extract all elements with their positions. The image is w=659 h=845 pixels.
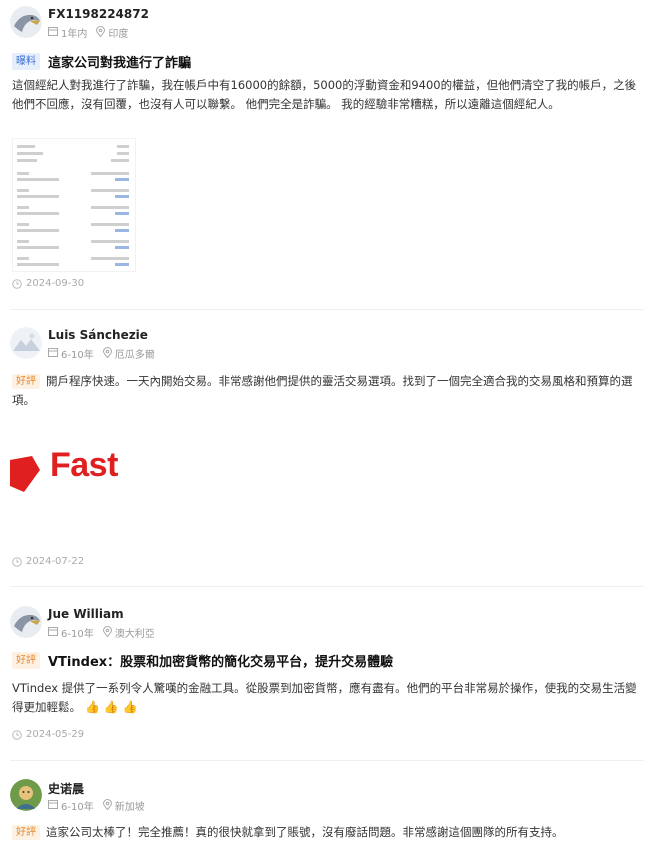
- user-location: 印度: [108, 29, 129, 40]
- review-title-row: 好評 VTindex：股票和加密貨幣的簡化交易平台，提升交易體驗: [12, 651, 393, 670]
- mountain-avatar-icon: [10, 327, 42, 359]
- good-review-tag: 好評: [12, 652, 40, 669]
- good-review-tag: 好評: [12, 825, 40, 840]
- location-pin-icon: [102, 346, 112, 361]
- date-text: 2024-07-22: [26, 556, 85, 567]
- review-text: 開戶程序快速。一天內開始交易。非常感謝他們提供的靈活交易選項。找到了一個完全適合…: [12, 374, 633, 407]
- divider: [10, 309, 644, 310]
- review-image[interactable]: Fast: [10, 410, 136, 538]
- user-avatar[interactable]: [10, 779, 42, 811]
- date-text: 2024-05-29: [26, 729, 85, 740]
- review-date: 2024-07-22: [12, 556, 84, 567]
- username[interactable]: 史诺晨: [48, 780, 84, 797]
- review-meta: 6-10年 澳大利亞: [48, 625, 155, 640]
- user-avatar[interactable]: [10, 327, 42, 359]
- calendar-icon: [48, 626, 58, 639]
- username[interactable]: FX1198224872: [48, 7, 149, 21]
- user-location: 新加坡: [114, 802, 145, 813]
- review-body: 好評 這家公司太棒了！完全推薦！真的很快就拿到了賬號，沒有廢話問題。非常感謝這個團…: [12, 823, 642, 842]
- review-date: 2024-05-29: [12, 729, 84, 740]
- good-review-tag: 好評: [12, 374, 40, 389]
- date-text: 2024-09-30: [26, 278, 85, 289]
- review-title-row: 曝料 這家公司對我進行了詐騙: [12, 52, 191, 71]
- exposure-tag: 曝料: [12, 53, 40, 70]
- review-date: 2024-09-30: [12, 278, 84, 289]
- review-meta: 6-10年 厄瓜多爾: [48, 346, 155, 361]
- clock-icon: [12, 278, 22, 289]
- review-title[interactable]: 這家公司對我進行了詐騙: [48, 52, 191, 71]
- location-pin-icon: [102, 798, 112, 813]
- review-text: 這家公司太棒了！完全推薦！真的很快就拿到了賬號，沒有廢話問題。非常感謝這個團隊的…: [46, 825, 564, 839]
- eagle-avatar-icon: [10, 606, 42, 638]
- review-body: VTindex 提供了一系列令人驚嘆的金融工具。從股票到加密貨幣，應有盡有。他們…: [12, 679, 642, 717]
- eagle-avatar-icon: [10, 6, 42, 38]
- location-pin-icon: [96, 25, 106, 40]
- calendar-icon: [48, 347, 58, 360]
- review-meta: 1年内 印度: [48, 25, 128, 40]
- calendar-icon: [48, 26, 58, 39]
- review-body: 這個經紀人對我進行了詐騙，我在帳戶中有16000的餘額，5000的浮動資金和94…: [12, 78, 637, 111]
- image-text: Fast: [50, 446, 118, 484]
- clock-icon: [12, 556, 22, 567]
- location-pin-icon: [102, 625, 112, 640]
- user-avatar[interactable]: [10, 6, 42, 38]
- thumbs-up-icon: 👍 👍 👍: [85, 700, 138, 714]
- username[interactable]: Luis Sánchezie: [48, 328, 148, 342]
- user-location: 厄瓜多爾: [114, 350, 155, 361]
- review-body: 好評 開戶程序快速。一天內開始交易。非常感謝他們提供的靈活交易選項。找到了一個完全…: [12, 372, 642, 410]
- trading-duration: 1年内: [61, 29, 88, 40]
- trading-duration: 6-10年: [61, 350, 94, 361]
- divider: [10, 586, 644, 587]
- review-title[interactable]: VTindex：股票和加密貨幣的簡化交易平台，提升交易體驗: [48, 651, 393, 670]
- photo-avatar-icon: [10, 779, 42, 811]
- trading-duration: 6-10年: [61, 802, 94, 813]
- brand-logo-icon: [10, 456, 40, 492]
- review-screenshot-image[interactable]: [12, 138, 136, 272]
- user-location: 澳大利亞: [114, 629, 155, 640]
- user-avatar[interactable]: [10, 606, 42, 638]
- clock-icon: [12, 729, 22, 740]
- username[interactable]: Jue William: [48, 607, 124, 621]
- review-meta: 6-10年 新加坡: [48, 798, 145, 813]
- trading-duration: 6-10年: [61, 629, 94, 640]
- divider: [10, 760, 644, 761]
- calendar-icon: [48, 799, 58, 812]
